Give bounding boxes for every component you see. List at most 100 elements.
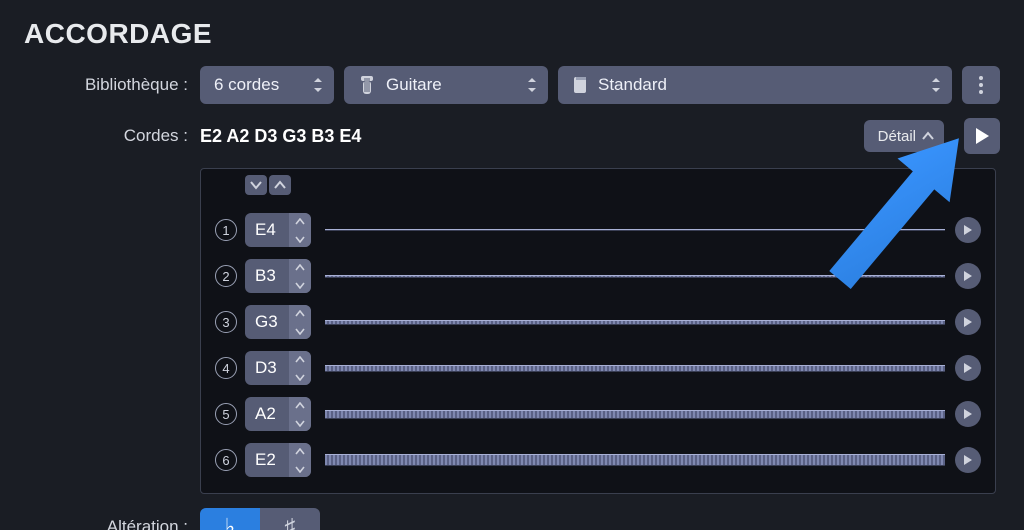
play-icon bbox=[963, 224, 973, 236]
tuning-select[interactable]: Standard bbox=[558, 66, 952, 104]
chevron-down-icon bbox=[250, 180, 262, 190]
note-down-button[interactable] bbox=[289, 414, 311, 431]
strings-detail-panel: 1 E4 2 B3 3 bbox=[200, 168, 996, 494]
note-up-button[interactable] bbox=[289, 351, 311, 368]
string-row: 5 A2 bbox=[215, 391, 981, 437]
instrument-select[interactable]: Guitare bbox=[344, 66, 548, 104]
chevron-up-icon bbox=[295, 402, 305, 410]
kebab-icon bbox=[978, 75, 984, 95]
note-spinner[interactable]: G3 bbox=[245, 305, 311, 339]
chevron-updown-icon bbox=[526, 77, 538, 93]
detail-label: Détail bbox=[878, 128, 916, 145]
chevron-down-icon bbox=[295, 465, 305, 473]
string-row: 3 G3 bbox=[215, 299, 981, 345]
note-value: E2 bbox=[245, 450, 289, 470]
play-string-button[interactable] bbox=[955, 447, 981, 473]
string-number: 5 bbox=[215, 403, 237, 425]
note-spinner[interactable]: E4 bbox=[245, 213, 311, 247]
string-gauge bbox=[325, 410, 945, 419]
more-menu-button[interactable] bbox=[962, 66, 1000, 104]
note-spinner[interactable]: A2 bbox=[245, 397, 311, 431]
note-spinner[interactable]: D3 bbox=[245, 351, 311, 385]
play-string-button[interactable] bbox=[955, 263, 981, 289]
note-up-button[interactable] bbox=[289, 397, 311, 414]
note-up-button[interactable] bbox=[289, 213, 311, 230]
chevron-updown-icon bbox=[930, 77, 942, 93]
book-icon bbox=[572, 76, 588, 94]
chevron-down-icon bbox=[295, 419, 305, 427]
note-value: B3 bbox=[245, 266, 289, 286]
alteration-segmented: ♭ ♯ bbox=[200, 508, 320, 530]
transpose-down-button[interactable] bbox=[245, 175, 267, 195]
string-number: 1 bbox=[215, 219, 237, 241]
library-row: Bibliothèque : 6 cordes Guitare bbox=[24, 66, 1000, 104]
alteration-sharp-button[interactable]: ♯ bbox=[260, 508, 320, 530]
note-value: E4 bbox=[245, 220, 289, 240]
play-icon bbox=[963, 408, 973, 420]
chevron-up-icon bbox=[922, 131, 934, 141]
note-down-button[interactable] bbox=[289, 230, 311, 247]
strings-row: Cordes : E2 A2 D3 G3 B3 E4 Détail bbox=[24, 118, 1000, 154]
string-row: 1 E4 bbox=[215, 207, 981, 253]
play-icon bbox=[963, 316, 973, 328]
note-spinner[interactable]: E2 bbox=[245, 443, 311, 477]
alteration-flat-button[interactable]: ♭ bbox=[200, 508, 260, 530]
chevron-up-icon bbox=[295, 448, 305, 456]
play-icon bbox=[963, 454, 973, 466]
note-down-button[interactable] bbox=[289, 368, 311, 385]
note-up-button[interactable] bbox=[289, 305, 311, 322]
play-icon bbox=[963, 270, 973, 282]
string-row: 4 D3 bbox=[215, 345, 981, 391]
play-icon bbox=[974, 127, 990, 145]
play-icon bbox=[963, 362, 973, 374]
play-string-button[interactable] bbox=[955, 309, 981, 335]
instrument-value: Guitare bbox=[386, 75, 526, 95]
play-string-button[interactable] bbox=[955, 217, 981, 243]
string-gauge bbox=[325, 454, 945, 466]
string-gauge bbox=[325, 275, 945, 278]
guitar-icon bbox=[358, 75, 376, 95]
transpose-up-button[interactable] bbox=[269, 175, 291, 195]
note-value: G3 bbox=[245, 312, 289, 332]
string-gauge bbox=[325, 229, 945, 231]
strings-count-value: 6 cordes bbox=[214, 75, 312, 95]
play-all-button[interactable] bbox=[964, 118, 1000, 154]
chevron-down-icon bbox=[295, 281, 305, 289]
strings-summary: E2 A2 D3 G3 B3 E4 bbox=[200, 126, 854, 147]
chevron-updown-icon bbox=[312, 77, 324, 93]
library-label: Bibliothèque : bbox=[24, 75, 200, 95]
detail-toggle-button[interactable]: Détail bbox=[864, 120, 944, 152]
chevron-down-icon bbox=[295, 235, 305, 243]
chevron-up-icon bbox=[274, 180, 286, 190]
string-number: 3 bbox=[215, 311, 237, 333]
note-value: D3 bbox=[245, 358, 289, 378]
transpose-buttons bbox=[245, 175, 291, 195]
play-string-button[interactable] bbox=[955, 355, 981, 381]
tuning-value: Standard bbox=[598, 75, 930, 95]
alteration-label: Altération : bbox=[24, 517, 200, 530]
chevron-up-icon bbox=[295, 218, 305, 226]
string-number: 4 bbox=[215, 357, 237, 379]
string-number: 2 bbox=[215, 265, 237, 287]
note-up-button[interactable] bbox=[289, 259, 311, 276]
strings-count-select[interactable]: 6 cordes bbox=[200, 66, 334, 104]
chevron-up-icon bbox=[295, 310, 305, 318]
string-row: 2 B3 bbox=[215, 253, 981, 299]
string-number: 6 bbox=[215, 449, 237, 471]
string-row: 6 E2 bbox=[215, 437, 981, 483]
note-down-button[interactable] bbox=[289, 460, 311, 477]
chevron-up-icon bbox=[295, 356, 305, 364]
chevron-up-icon bbox=[295, 264, 305, 272]
string-gauge bbox=[325, 365, 945, 372]
note-spinner[interactable]: B3 bbox=[245, 259, 311, 293]
chevron-down-icon bbox=[295, 373, 305, 381]
page-title: ACCORDAGE bbox=[24, 18, 1000, 50]
strings-label: Cordes : bbox=[24, 126, 200, 146]
string-gauge bbox=[325, 320, 945, 325]
note-value: A2 bbox=[245, 404, 289, 424]
note-up-button[interactable] bbox=[289, 443, 311, 460]
play-string-button[interactable] bbox=[955, 401, 981, 427]
note-down-button[interactable] bbox=[289, 276, 311, 293]
alteration-row: Altération : ♭ ♯ bbox=[24, 508, 1000, 530]
note-down-button[interactable] bbox=[289, 322, 311, 339]
